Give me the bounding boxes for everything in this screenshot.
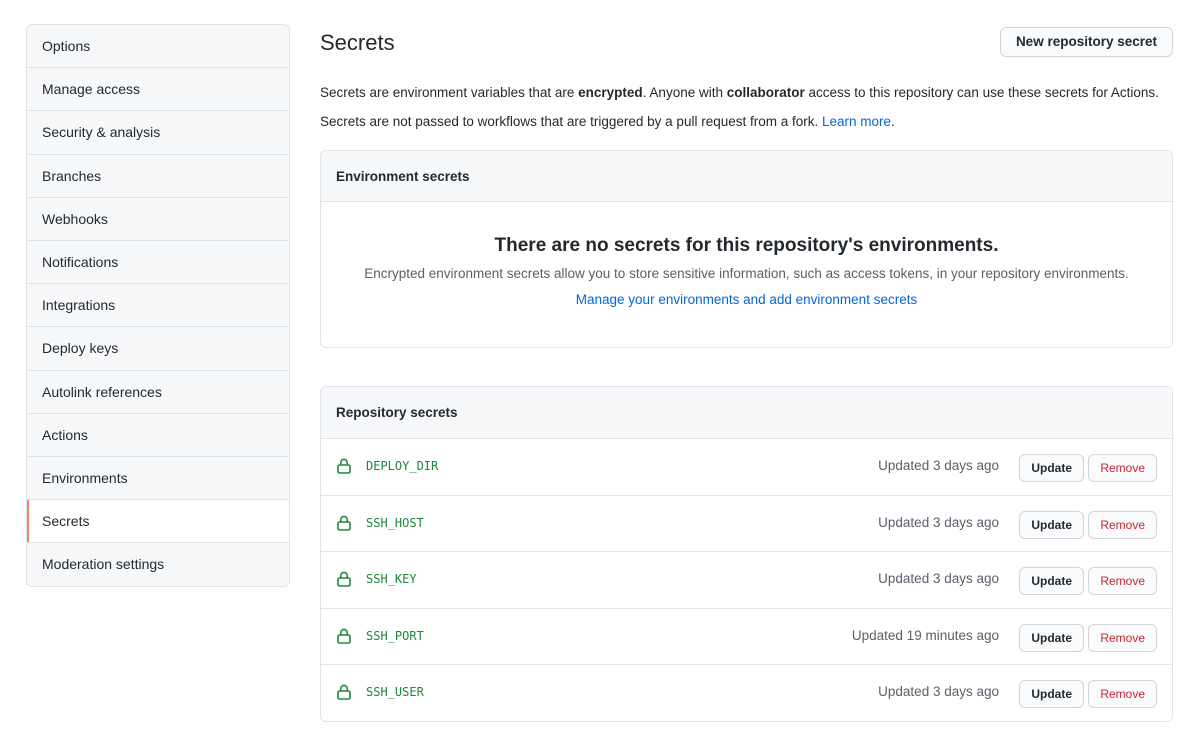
sidebar-item-integrations[interactable]: Integrations: [27, 284, 289, 328]
lock-icon: [337, 515, 351, 531]
update-secret-button[interactable]: Update: [1019, 567, 1084, 596]
secret-row: SSH_KEY Updated 3 days ago Update Remove: [321, 551, 1172, 608]
environment-secrets-blankslate: There are no secrets for this repository…: [321, 202, 1172, 347]
description-bold-encrypted: encrypted: [578, 85, 643, 100]
sidebar-item-actions[interactable]: Actions: [27, 413, 289, 457]
remove-secret-button[interactable]: Remove: [1088, 454, 1157, 482]
page: Options Manage access Security & analysi…: [0, 0, 1200, 754]
lock-icon: [337, 571, 351, 587]
description-line-1: Secrets are environment variables that a…: [320, 78, 1173, 107]
secret-row: SSH_USER Updated 3 days ago Update Remov…: [321, 664, 1172, 721]
secrets-description: Secrets are environment variables that a…: [320, 78, 1173, 136]
sidebar-item-webhooks[interactable]: Webhooks: [27, 197, 289, 241]
secret-updated-time: Updated 3 days ago: [878, 684, 999, 700]
sidebar-item-moderation-settings[interactable]: Moderation settings: [27, 543, 289, 587]
secret-name: SSH_PORT: [366, 628, 424, 643]
update-secret-button[interactable]: Update: [1019, 454, 1084, 482]
secret-updated-time: Updated 3 days ago: [878, 514, 999, 530]
secret-row: DEPLOY_DIR Updated 3 days ago Update Rem…: [321, 438, 1172, 495]
secret-updated-time: Updated 19 minutes ago: [851, 627, 999, 643]
lock-icon: [337, 628, 351, 644]
manage-environments-link[interactable]: Manage your environments and add environ…: [576, 292, 917, 307]
sidebar-item-options[interactable]: Options: [27, 25, 289, 69]
sidebar-item-secrets[interactable]: Secrets: [27, 500, 289, 544]
secret-updated-time: Updated 3 days ago: [878, 571, 999, 587]
description-text: Secrets are environment variables that a…: [320, 85, 579, 100]
secret-name: SSH_KEY: [366, 572, 417, 587]
sidebar-item-notifications[interactable]: Notifications: [27, 240, 289, 285]
lock-icon: [337, 458, 351, 474]
lock-icon: [337, 685, 351, 701]
update-secret-button[interactable]: Update: [1019, 680, 1084, 709]
description-text: . Anyone with: [642, 85, 727, 100]
description-text: Secrets are not passed to workflows that…: [320, 114, 822, 129]
remove-secret-button[interactable]: Remove: [1088, 623, 1157, 652]
blankslate-title: There are no secrets for this repository…: [494, 235, 999, 256]
sidebar-item-security-analysis[interactable]: Security & analysis: [27, 111, 289, 155]
update-secret-button[interactable]: Update: [1019, 623, 1084, 652]
sidebar-item-environments[interactable]: Environments: [27, 456, 289, 501]
secret-name: SSH_HOST: [366, 515, 424, 530]
description-text: .: [891, 114, 895, 129]
page-header: Secrets New repository secret: [320, 24, 1173, 64]
sidebar-item-branches[interactable]: Branches: [27, 154, 289, 198]
main-content: Secrets New repository secret Secrets ar…: [320, 24, 1173, 722]
update-secret-button[interactable]: Update: [1019, 510, 1084, 539]
remove-secret-button[interactable]: Remove: [1088, 567, 1157, 596]
secret-row: SSH_PORT Updated 19 minutes ago Update R…: [321, 607, 1172, 665]
blankslate-description: Encrypted environment secrets allow you …: [364, 266, 1129, 281]
secret-name: DEPLOY_DIR: [366, 459, 439, 473]
environment-secrets-header: Environment secrets: [321, 151, 1172, 202]
environment-secrets-box: Environment secrets There are no secrets…: [320, 150, 1173, 348]
repository-secrets-header: Repository secrets: [321, 387, 1172, 438]
description-bold-collaborator: collaborator: [726, 85, 805, 100]
sidebar-item-autolink-references[interactable]: Autolink references: [27, 370, 289, 414]
description-line-2: Secrets are not passed to workflows that…: [320, 107, 1173, 136]
secret-updated-time: Updated 3 days ago: [878, 458, 999, 473]
remove-secret-button[interactable]: Remove: [1088, 510, 1157, 539]
repository-secrets-box: Repository secrets DEPLOY_DIR Updated 3 …: [320, 386, 1173, 722]
secret-row: SSH_HOST Updated 3 days ago Update Remov…: [321, 494, 1172, 552]
settings-sidebar: Options Manage access Security & analysi…: [26, 24, 290, 588]
sidebar-item-manage-access[interactable]: Manage access: [27, 68, 289, 112]
new-repository-secret-button[interactable]: New repository secret: [999, 27, 1173, 57]
remove-secret-button[interactable]: Remove: [1088, 680, 1157, 709]
description-text: access to this repository can use these …: [804, 85, 1159, 100]
page-title: Secrets: [320, 30, 395, 55]
learn-more-link[interactable]: Learn more: [822, 114, 891, 129]
sidebar-item-deploy-keys[interactable]: Deploy keys: [27, 327, 289, 371]
secret-name: SSH_USER: [366, 685, 424, 700]
